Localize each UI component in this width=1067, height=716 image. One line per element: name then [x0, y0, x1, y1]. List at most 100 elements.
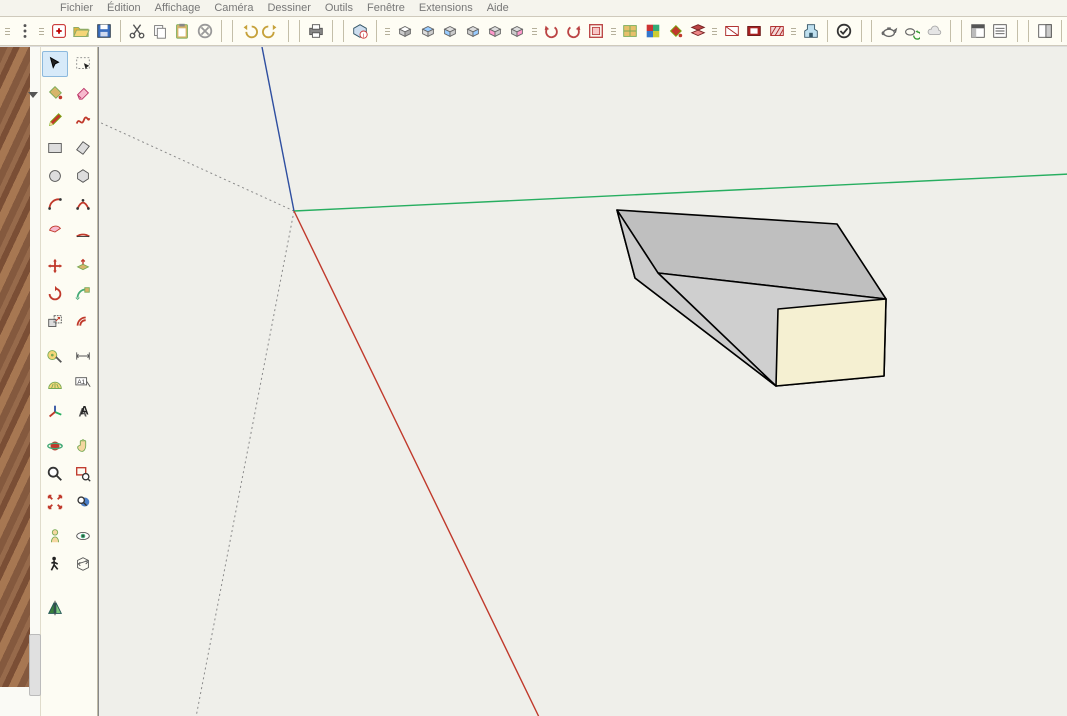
toolbar-separator	[827, 20, 828, 42]
tool-arc-3pt[interactable]	[70, 191, 96, 217]
toolbar-separator	[221, 20, 222, 42]
tool-orbit[interactable]	[42, 433, 68, 459]
tool-prev-view[interactable]	[70, 489, 96, 515]
component-library-icon[interactable]	[620, 20, 640, 42]
toolbar-separator	[1017, 20, 1018, 42]
tool-look-around[interactable]	[70, 523, 96, 549]
toolbar-separator	[961, 20, 962, 42]
section-display-icon[interactable]	[744, 20, 764, 42]
tool-dimension[interactable]	[70, 343, 96, 369]
menu-item-help[interactable]: Aide	[487, 2, 509, 14]
tool-follow-me[interactable]	[70, 281, 96, 307]
toolbar-grip[interactable]	[712, 21, 718, 41]
extension-warehouse-icon[interactable]	[801, 20, 821, 42]
left-view-icon[interactable]	[485, 20, 505, 42]
view-extents-icon[interactable]	[586, 20, 606, 42]
teapot-sync-icon[interactable]	[901, 20, 921, 42]
tool-3d-text[interactable]: AA	[70, 399, 96, 425]
redo-view-icon[interactable]	[564, 20, 584, 42]
tool-pan[interactable]	[70, 433, 96, 459]
materials-icon[interactable]	[643, 20, 663, 42]
tool-scale[interactable]	[42, 309, 68, 335]
viewport-canvas[interactable]	[99, 47, 1067, 716]
iso-view-icon[interactable]	[395, 20, 415, 42]
save-icon[interactable]	[94, 20, 114, 42]
tool-arc-tangent[interactable]	[70, 219, 96, 245]
toolbar-grip[interactable]	[611, 21, 617, 41]
right-view-icon[interactable]	[507, 20, 527, 42]
tool-circle[interactable]	[42, 163, 68, 189]
new-model-icon[interactable]	[49, 20, 69, 42]
print-icon[interactable]	[306, 20, 326, 42]
undo-icon[interactable]	[239, 20, 259, 42]
tool-section-plane[interactable]	[70, 551, 96, 577]
toolbar-grip[interactable]	[532, 21, 538, 41]
redo-icon[interactable]	[261, 20, 281, 42]
cloud-icon[interactable]	[923, 20, 943, 42]
model-viewport[interactable]	[98, 47, 1067, 716]
cut-icon[interactable]	[127, 20, 147, 42]
tool-rectangle[interactable]	[42, 135, 68, 161]
menu-item-edit[interactable]: Édition	[107, 2, 141, 14]
menu-item-extensions[interactable]: Extensions	[419, 2, 473, 14]
toolbar-separator	[1028, 20, 1029, 42]
section-fill-icon[interactable]	[767, 20, 787, 42]
left-gutter	[0, 47, 41, 716]
teapot-icon[interactable]	[878, 20, 898, 42]
tool-arc-2pt[interactable]	[42, 191, 68, 217]
toolbar-grip[interactable]	[385, 21, 391, 41]
copy-icon[interactable]	[149, 20, 169, 42]
tool-polygon[interactable]	[70, 163, 96, 189]
tool-protractor[interactable]	[42, 371, 68, 397]
tool-axes[interactable]	[42, 399, 68, 425]
outliner-icon[interactable]	[990, 20, 1010, 42]
back-view-icon[interactable]	[462, 20, 482, 42]
tool-pencil[interactable]	[42, 107, 68, 133]
tool-freehand[interactable]	[70, 107, 96, 133]
panel-icon[interactable]	[1035, 20, 1055, 42]
front-view-icon[interactable]	[440, 20, 460, 42]
kebab-icon[interactable]	[15, 20, 35, 42]
section-plane-icon[interactable]	[722, 20, 742, 42]
paint-bucket-red-icon[interactable]	[665, 20, 685, 42]
tool-paint-bucket[interactable]	[42, 79, 68, 105]
tool-select[interactable]	[42, 51, 68, 77]
tool-eraser[interactable]	[70, 79, 96, 105]
toolbar-grip[interactable]	[791, 21, 797, 41]
tool-offset[interactable]	[70, 309, 96, 335]
layers-icon[interactable]	[688, 20, 708, 42]
tool-walk[interactable]	[42, 551, 68, 577]
toolbar-grip[interactable]	[5, 21, 11, 41]
tool-position-camera[interactable]	[42, 523, 68, 549]
tool-rect-select[interactable]	[70, 51, 96, 77]
tool-rotate[interactable]	[42, 281, 68, 307]
tool-mirror[interactable]	[42, 595, 68, 621]
tool-rectangle-rot[interactable]	[70, 135, 96, 161]
tool-text-label[interactable]: A1	[70, 371, 96, 397]
undo-view-icon[interactable]	[541, 20, 561, 42]
paste-icon[interactable]	[172, 20, 192, 42]
toolbar-separator	[376, 20, 377, 42]
tool-zoom-extents[interactable]	[42, 489, 68, 515]
tool-zoom[interactable]	[42, 461, 68, 487]
tool-zoom-window[interactable]	[70, 461, 96, 487]
menu-item-window[interactable]: Fenêtre	[367, 2, 405, 14]
tool-tape-measure[interactable]	[42, 343, 68, 369]
validate-icon[interactable]	[834, 20, 854, 42]
layout-icon[interactable]	[968, 20, 988, 42]
menu-item-tools[interactable]: Outils	[325, 2, 353, 14]
vertical-scrollbar[interactable]	[29, 634, 41, 696]
model-info-icon[interactable]: i	[350, 20, 370, 42]
toolbar-grip[interactable]	[39, 21, 45, 41]
menu-item-draw[interactable]: Dessiner	[267, 2, 310, 14]
menu-item-camera[interactable]: Caméra	[214, 2, 253, 14]
delete-icon[interactable]	[194, 20, 214, 42]
tool-push-pull[interactable]	[70, 253, 96, 279]
collapse-caret-icon[interactable]	[28, 92, 38, 98]
menu-item-view[interactable]: Affichage	[155, 2, 201, 14]
menu-item-file[interactable]: Fichier	[60, 2, 93, 14]
tool-move[interactable]	[42, 253, 68, 279]
open-file-icon[interactable]	[71, 20, 91, 42]
tool-arc-pie[interactable]	[42, 219, 68, 245]
top-view-icon[interactable]	[417, 20, 437, 42]
